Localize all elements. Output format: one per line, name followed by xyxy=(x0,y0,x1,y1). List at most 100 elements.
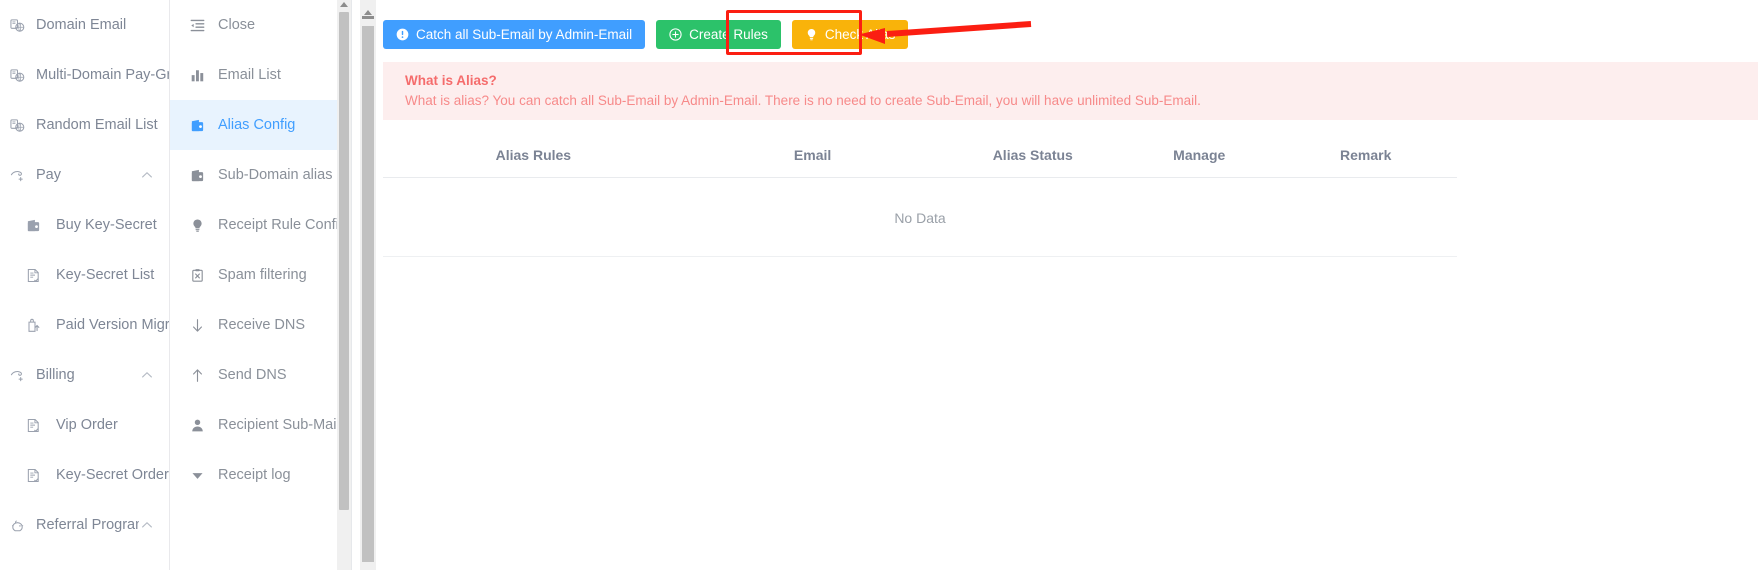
user-icon xyxy=(188,418,206,433)
table-header-row: Alias Rules Email Alias Status Manage Remark xyxy=(383,134,1457,178)
menu-item-label: Send DNS xyxy=(218,367,287,383)
create-rules-button[interactable]: Create Rules xyxy=(656,20,781,49)
catch-all-sub-email-button[interactable]: Catch all Sub-Email by Admin-Email xyxy=(383,20,646,49)
menu-item-label: Recipient Sub-Mail xyxy=(218,417,340,433)
menu-item-label: Sub-Domain alias xyxy=(218,167,333,183)
menu-item-receive-dns[interactable]: Receive DNS xyxy=(170,300,351,350)
sidebar-item-domain-email[interactable]: Domain Email xyxy=(0,0,169,50)
domain-email-icon xyxy=(6,16,28,34)
menu-item-close[interactable]: Close xyxy=(170,0,351,50)
menu-item-label: Receipt log xyxy=(218,467,291,483)
main-scroll-up-arrow-icon[interactable] xyxy=(364,10,372,15)
sidebar-item-multi-domain-pay-group[interactable]: Multi-Domain Pay-Group xyxy=(0,50,169,100)
menu-item-send-dns[interactable]: Send DNS xyxy=(170,350,351,400)
menu-item-label: Email List xyxy=(218,67,281,83)
alias-table-body: No Data xyxy=(383,177,1457,257)
menu-item-alias-config[interactable]: Alias Config xyxy=(170,100,351,150)
column-header-email: Email xyxy=(683,134,942,178)
main-scrollbar[interactable] xyxy=(360,0,376,570)
column-header-alias-status: Alias Status xyxy=(941,134,1125,178)
alert-title: What is Alias? xyxy=(405,73,497,88)
sidebar-item-vip-order[interactable]: Vip Order xyxy=(0,400,169,450)
check-alias-button[interactable]: Check Alias xyxy=(791,20,909,49)
menu-item-label: Spam filtering xyxy=(218,267,307,283)
scrollbar-thumb[interactable] xyxy=(339,12,349,510)
check-alias-label: Check Alias xyxy=(824,27,896,42)
info-circle-icon xyxy=(396,28,409,41)
sidebar-item-label: Billing xyxy=(36,367,75,383)
referral-icon xyxy=(6,516,28,534)
plus-circle-icon xyxy=(669,28,682,41)
sidebar-item-pay[interactable]: Pay xyxy=(0,150,169,200)
sidebar-item-label: Domain Email xyxy=(36,17,127,33)
caret-down-icon xyxy=(188,468,206,483)
catch-all-sub-email-label: Catch all Sub-Email by Admin-Email xyxy=(416,27,633,42)
pay-icon xyxy=(6,366,28,384)
sidebar-item-label: Referral Program xyxy=(36,517,139,533)
chevron-up-icon[interactable] xyxy=(139,518,155,532)
no-data-text: No Data xyxy=(383,177,1457,257)
wallet-icon xyxy=(188,168,206,183)
menu-item-spam-filtering[interactable]: Spam filtering xyxy=(170,250,351,300)
chevron-up-icon[interactable] xyxy=(139,168,155,182)
menu-item-label: Receipt Rule Config xyxy=(218,217,347,233)
sidebar-item-label: Pay xyxy=(36,167,61,183)
sidebar-item-referral-program[interactable]: Referral Program xyxy=(0,500,169,550)
sidebar-item-label: Buy Key-Secret xyxy=(56,217,157,233)
scroll-up-arrow-icon[interactable] xyxy=(340,2,348,7)
check-alias-wrapper: Check Alias xyxy=(791,20,909,49)
list-doc-icon xyxy=(22,266,44,284)
list-doc-icon xyxy=(22,416,44,434)
menu-item-email-list[interactable]: Email List xyxy=(170,50,351,100)
sidebar-item-label: Key-Secret Order xyxy=(56,467,169,483)
clipboard-x-icon xyxy=(188,268,206,283)
domain-email-icon xyxy=(6,116,28,134)
menu-item-receipt-log[interactable]: Receipt log xyxy=(170,450,351,500)
sidebar-item-key-secret-order[interactable]: Key-Secret Order xyxy=(0,450,169,500)
list-doc-icon xyxy=(22,466,44,484)
sidebar-item-label: Key-Secret List xyxy=(56,267,155,283)
table-empty-row: No Data xyxy=(383,177,1457,257)
sidebar-item-random-email-list[interactable]: Random Email List xyxy=(0,100,169,150)
column-header-manage: Manage xyxy=(1124,134,1275,178)
alias-table-wrapper: Alias Rules Email Alias Status Manage Remark… xyxy=(382,134,1758,257)
alert-description: What is alias? You can catch all Sub-Ema… xyxy=(405,93,1201,108)
sidebar-item-label: Random Email List xyxy=(36,117,158,133)
secondary-menu-scrollbar[interactable] xyxy=(337,0,351,570)
domain-email-icon xyxy=(6,66,28,84)
action-toolbar: Catch all Sub-Email by Admin-Email Creat… xyxy=(382,0,1758,54)
sidebar-item-key-secret-list[interactable]: Key-Secret List xyxy=(0,250,169,300)
bulb-icon xyxy=(188,218,206,233)
arrow-down-icon xyxy=(188,318,206,333)
bar-chart-icon xyxy=(188,68,206,83)
app-root: Domain Email Multi-Domain Pay-Group Random… xyxy=(0,0,1758,570)
arrow-up-icon xyxy=(188,368,206,383)
alias-info-alert: What is Alias? What is alias? You can ca… xyxy=(383,62,1758,120)
create-rules-label: Create Rules xyxy=(689,27,768,42)
sidebar-item-buy-key-secret[interactable]: Buy Key-Secret xyxy=(0,200,169,250)
collapse-menu-icon xyxy=(188,18,206,33)
menu-item-label: Alias Config xyxy=(218,117,296,133)
chevron-up-icon[interactable] xyxy=(139,368,155,382)
sidebar-item-paid-version-migration[interactable]: Paid Version Migration xyxy=(0,300,169,350)
menu-item-label: Receive DNS xyxy=(218,317,306,333)
pay-icon xyxy=(6,166,28,184)
column-header-alias-rules: Alias Rules xyxy=(383,134,684,178)
menu-item-label: Close xyxy=(218,17,256,33)
primary-sidebar: Domain Email Multi-Domain Pay-Group Random… xyxy=(0,0,170,570)
sidebar-item-billing[interactable]: Billing xyxy=(0,350,169,400)
sidebar-item-label: Multi-Domain Pay-Group xyxy=(36,67,169,83)
bulb-icon xyxy=(805,28,818,41)
menu-item-sub-domain-alias[interactable]: Sub-Domain alias xyxy=(170,150,351,200)
menu-item-receipt-rule-config[interactable]: Receipt Rule Config xyxy=(170,200,351,250)
wallet-icon xyxy=(22,216,44,234)
migration-icon xyxy=(22,316,44,334)
column-header-remark: Remark xyxy=(1274,134,1457,178)
wallet-icon xyxy=(188,118,206,133)
sidebar-item-label: Paid Version Migration xyxy=(56,317,169,333)
menu-item-recipient-sub-mail[interactable]: Recipient Sub-Mail xyxy=(170,400,351,450)
main-scrollbar-thumb[interactable] xyxy=(362,26,374,562)
sidebar-item-label: Vip Order xyxy=(56,417,118,433)
alias-table-head: Alias Rules Email Alias Status Manage Remark xyxy=(383,134,1457,178)
main-scroll-up-arrow-base xyxy=(362,16,374,19)
